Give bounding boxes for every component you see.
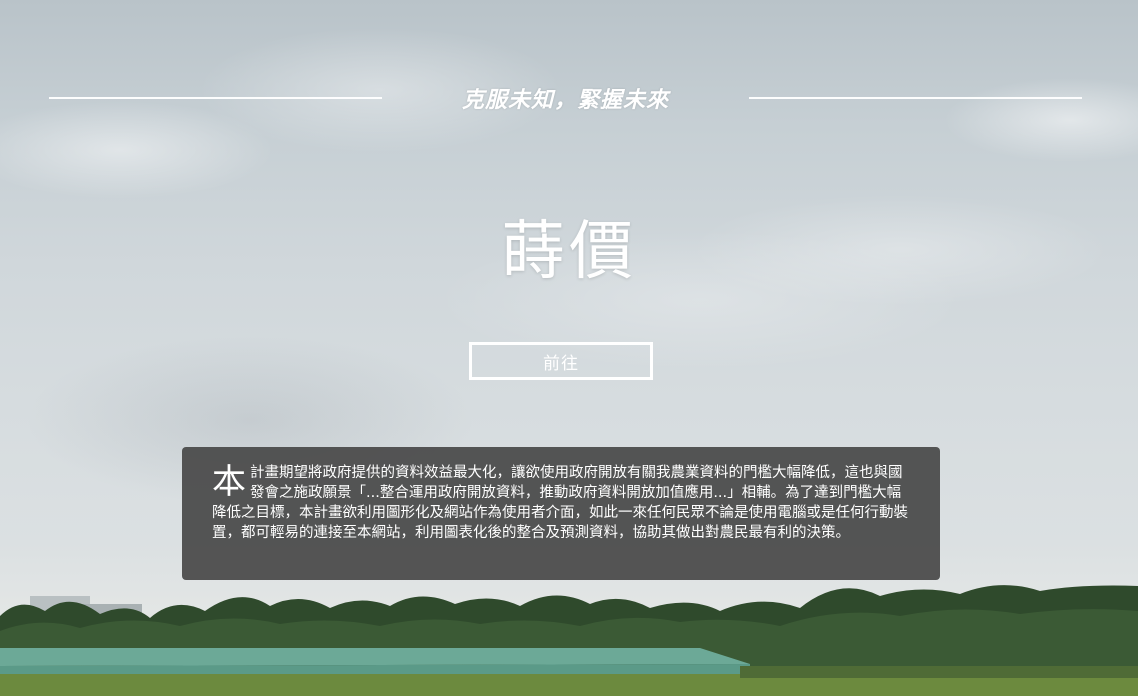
- tagline-divider-left: [49, 97, 382, 99]
- intro-drop-cap: 本: [212, 462, 246, 502]
- tagline: 克服未知，緊握未來: [461, 88, 669, 113]
- intro-panel: 本計畫期望將政府提供的資料效益最大化，讓欲使用政府開放有關我農業資料的門檻大幅降…: [182, 447, 940, 580]
- go-button[interactable]: 前往: [469, 342, 653, 380]
- tagline-row: 克服未知，緊握未來: [49, 82, 1082, 114]
- tagline-divider-right: [749, 97, 1082, 99]
- intro-body: 計畫期望將政府提供的資料效益最大化，讓欲使用政府開放有關我農業資料的門檻大幅降低…: [212, 465, 908, 541]
- site-title: 蒔價: [501, 215, 637, 289]
- intro-paragraph: 本計畫期望將政府提供的資料效益最大化，讓欲使用政府開放有關我農業資料的門檻大幅降…: [212, 463, 912, 543]
